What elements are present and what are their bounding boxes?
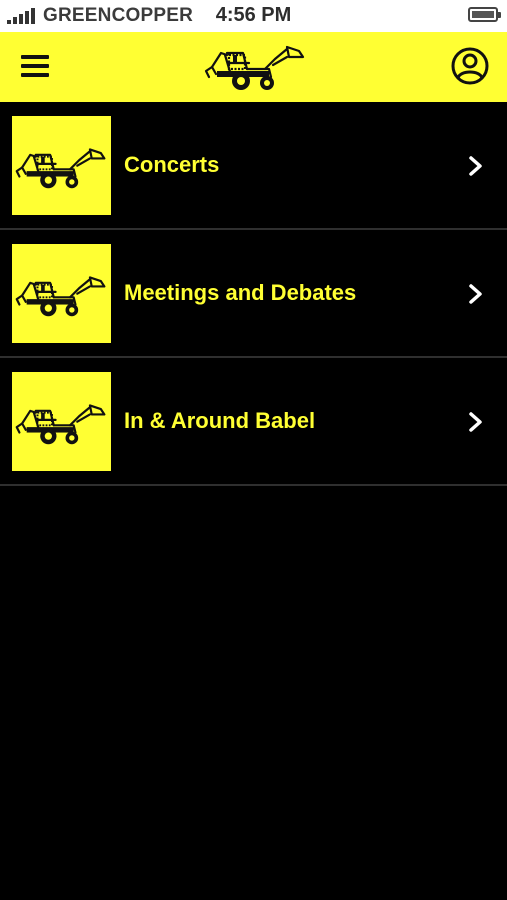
hamburger-menu-icon[interactable] bbox=[18, 52, 54, 80]
chevron-right-icon bbox=[469, 412, 482, 432]
backhoe-loader-thumbnail bbox=[12, 116, 111, 215]
status-bar: GREENCOPPER 4:56 PM bbox=[0, 0, 507, 32]
chevron-right-icon bbox=[469, 284, 482, 304]
list-item-label: Concerts bbox=[124, 152, 220, 177]
user-profile-icon[interactable] bbox=[450, 46, 490, 86]
battery-icon bbox=[468, 7, 501, 22]
backhoe-loader-logo bbox=[204, 45, 305, 90]
list-item-in-and-around-babel[interactable]: In & Around Babel bbox=[0, 358, 507, 486]
list-item-label: In & Around Babel bbox=[124, 408, 316, 433]
status-time: 4:56 PM bbox=[215, 4, 292, 26]
top-bar bbox=[0, 32, 507, 102]
backhoe-loader-thumbnail bbox=[12, 244, 111, 343]
list-item-meetings-and-debates[interactable]: Meetings and Debates bbox=[0, 230, 507, 358]
backhoe-loader-thumbnail bbox=[12, 372, 111, 471]
category-list: Concerts Meetings and Debates In & Aroun… bbox=[0, 102, 507, 486]
chevron-right-icon bbox=[469, 156, 482, 176]
list-item-label: Meetings and Debates bbox=[124, 280, 357, 305]
list-item-concerts[interactable]: Concerts bbox=[0, 102, 507, 230]
